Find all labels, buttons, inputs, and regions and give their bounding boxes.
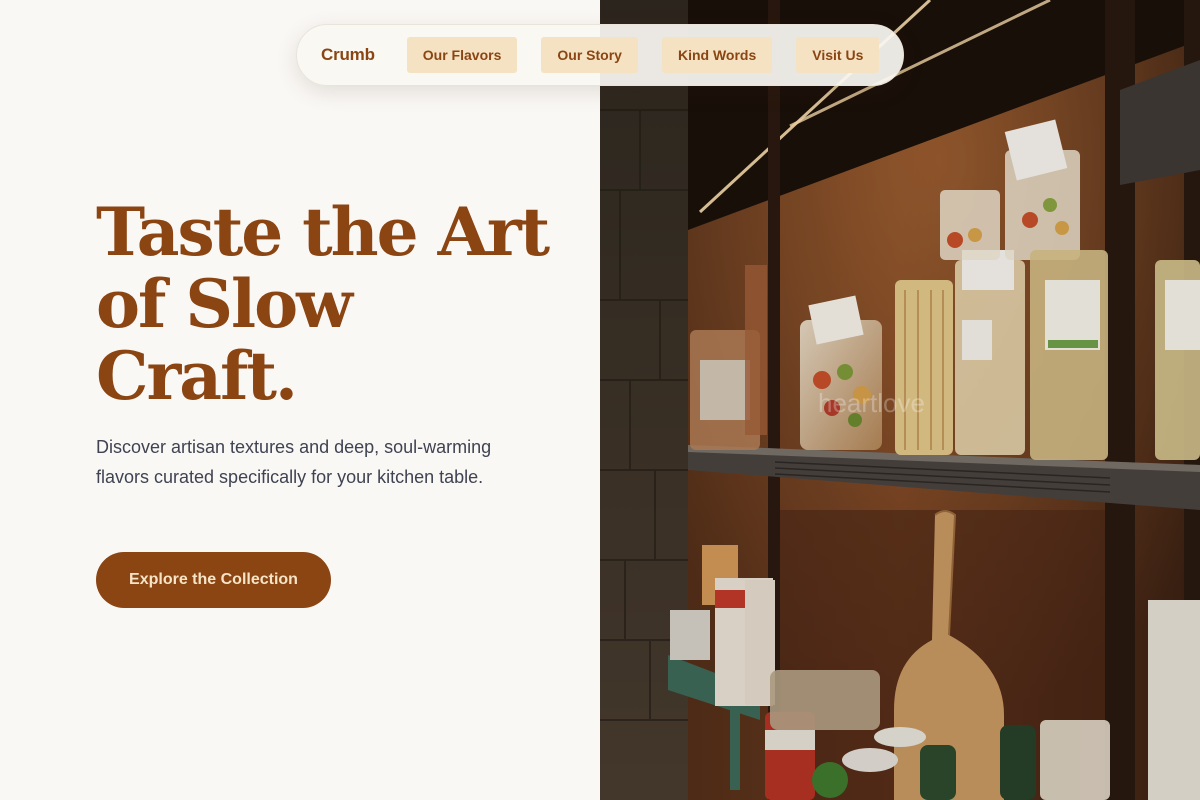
explore-collection-button[interactable]: Explore the Collection — [96, 552, 331, 608]
hero-headline: Taste the Art of Slow Craft. — [96, 193, 550, 415]
pantry-shelves-photo: heartlove — [600, 0, 1200, 800]
hero-subtext: Discover artisan textures and deep, soul… — [96, 437, 492, 487]
top-nav: Crumb Our Flavors Our Story Kind Words V… — [296, 24, 904, 86]
photo-watermark: heartlove — [818, 388, 925, 418]
nav-link-our-story[interactable]: Our Story — [541, 37, 638, 73]
nav-link-our-flavors[interactable]: Our Flavors — [406, 37, 518, 73]
nav-link-kind-words[interactable]: Kind Words — [661, 37, 773, 73]
nav-link-visit-us[interactable]: Visit Us — [796, 37, 880, 73]
brand-logo[interactable]: Crumb — [321, 45, 375, 65]
